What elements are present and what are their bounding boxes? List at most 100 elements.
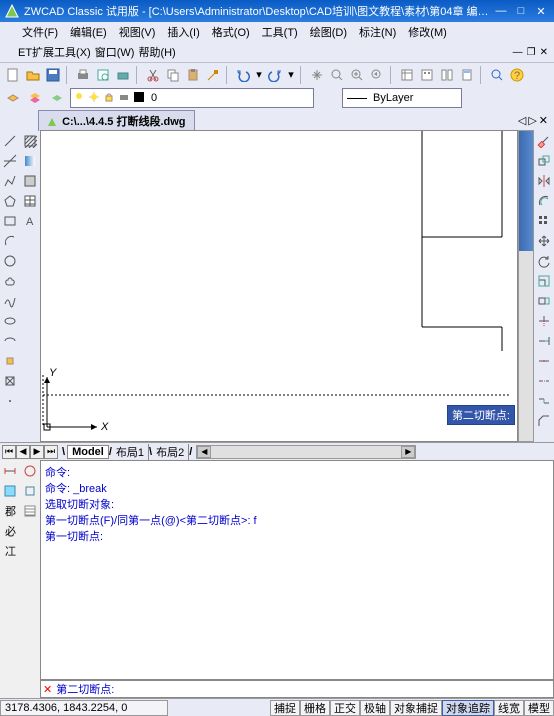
- arc-icon[interactable]: [1, 232, 19, 250]
- scale-icon[interactable]: [535, 272, 553, 290]
- redo-dropdown-icon[interactable]: ▾: [286, 66, 296, 84]
- insert-block-icon[interactable]: [1, 352, 19, 370]
- polyline-icon[interactable]: [1, 172, 19, 190]
- area-icon[interactable]: [1, 482, 19, 500]
- menu-label[interactable]: 标注(N): [355, 22, 400, 42]
- point-icon[interactable]: [1, 392, 19, 410]
- horizontal-scrollbar[interactable]: ◀ ▶: [196, 445, 416, 459]
- child-close-button[interactable]: ✕: [540, 47, 548, 58]
- child-restore-button[interactable]: ❐: [527, 47, 536, 58]
- vertical-scrollbar[interactable]: [518, 130, 534, 442]
- trim-icon[interactable]: [535, 312, 553, 330]
- tab-close-icon[interactable]: ✕: [539, 114, 548, 127]
- paste-icon[interactable]: [184, 66, 202, 84]
- menu-format[interactable]: 格式(O): [208, 22, 254, 42]
- minimize-button[interactable]: —: [492, 3, 510, 19]
- open-icon[interactable]: [24, 66, 42, 84]
- design-center-icon[interactable]: [418, 66, 436, 84]
- print-icon[interactable]: [74, 66, 92, 84]
- rotate-icon[interactable]: [535, 252, 553, 270]
- line-icon[interactable]: [1, 132, 19, 150]
- menu-edit[interactable]: 编辑(E): [66, 22, 111, 42]
- gradient-icon[interactable]: [21, 152, 39, 170]
- tab-layout1[interactable]: 布局1: [112, 444, 149, 460]
- menu-window[interactable]: 窗口(W): [95, 44, 135, 60]
- redo-icon[interactable]: [266, 66, 284, 84]
- other-2-icon[interactable]: [21, 482, 39, 500]
- tab-next-icon[interactable]: ▷: [528, 114, 536, 127]
- erase-icon[interactable]: [535, 132, 553, 150]
- other-1-icon[interactable]: [21, 462, 39, 480]
- tab-model[interactable]: Model: [67, 445, 109, 459]
- linetype-combo[interactable]: ByLayer: [342, 88, 462, 108]
- ellipse-icon[interactable]: [1, 312, 19, 330]
- undo-dropdown-icon[interactable]: ▾: [254, 66, 264, 84]
- menu-view[interactable]: 视图(V): [115, 22, 160, 42]
- help-icon[interactable]: ?: [508, 66, 526, 84]
- properties-icon[interactable]: [398, 66, 416, 84]
- extend-icon[interactable]: [535, 332, 553, 350]
- chamfer-icon[interactable]: [535, 412, 553, 430]
- layer-filter-icon[interactable]: [48, 89, 66, 107]
- dist-icon[interactable]: [1, 462, 19, 480]
- xline-icon[interactable]: [1, 152, 19, 170]
- tab-prev-icon[interactable]: ◁: [518, 114, 526, 127]
- measure-icon[interactable]: 郡: [1, 502, 19, 520]
- cut-icon[interactable]: [144, 66, 162, 84]
- status-grid[interactable]: 栅格: [300, 700, 330, 716]
- status-model[interactable]: 模型: [524, 700, 554, 716]
- menu-insert[interactable]: 插入(I): [163, 22, 203, 42]
- hatch-icon[interactable]: [21, 132, 39, 150]
- close-button[interactable]: ✕: [532, 3, 550, 19]
- child-minimize-button[interactable]: —: [513, 47, 523, 58]
- menu-help[interactable]: 帮助(H): [138, 44, 175, 60]
- status-snap[interactable]: 捕捉: [270, 700, 300, 716]
- status-otrack[interactable]: 对象追踪: [442, 700, 494, 716]
- calc-icon[interactable]: [458, 66, 476, 84]
- status-polar[interactable]: 极轴: [360, 700, 390, 716]
- polygon-icon[interactable]: [1, 192, 19, 210]
- break-icon[interactable]: [535, 372, 553, 390]
- spline-icon[interactable]: [1, 292, 19, 310]
- layer-combo[interactable]: 0: [70, 88, 314, 108]
- list-icon[interactable]: 冮: [1, 542, 19, 560]
- ellipse-arc-icon[interactable]: [1, 332, 19, 350]
- new-icon[interactable]: [4, 66, 22, 84]
- tab-back-icon[interactable]: ◀: [16, 445, 30, 459]
- zoom-realtime-icon[interactable]: [328, 66, 346, 84]
- table-icon[interactable]: [21, 192, 39, 210]
- layer-states-icon[interactable]: [26, 89, 44, 107]
- offset-icon[interactable]: [535, 192, 553, 210]
- menu-et[interactable]: ET扩展工具(X): [18, 44, 91, 60]
- drawing-canvas[interactable]: Y X 第二切断点:: [40, 130, 518, 442]
- copy-obj-icon[interactable]: [535, 152, 553, 170]
- move-icon[interactable]: [535, 232, 553, 250]
- break-point-icon[interactable]: [535, 352, 553, 370]
- command-input[interactable]: ✕ 第二切断点:: [40, 680, 554, 698]
- maximize-button[interactable]: □: [512, 3, 530, 19]
- match-icon[interactable]: [204, 66, 222, 84]
- stretch-icon[interactable]: [535, 292, 553, 310]
- tool-palette-icon[interactable]: [438, 66, 456, 84]
- tab-first-icon[interactable]: ⏮: [2, 445, 16, 459]
- search-icon[interactable]: [488, 66, 506, 84]
- tab-fwd-icon[interactable]: ▶: [30, 445, 44, 459]
- mtext-icon[interactable]: A: [21, 212, 39, 230]
- preview-icon[interactable]: [94, 66, 112, 84]
- zoom-prev-icon[interactable]: [368, 66, 386, 84]
- layer-prop-icon[interactable]: [4, 89, 22, 107]
- file-tab-active[interactable]: C:\...\4.4.5 打断线段.dwg: [38, 110, 195, 131]
- zoom-window-icon[interactable]: [348, 66, 366, 84]
- tab-last-icon[interactable]: ⏭: [44, 445, 58, 459]
- save-icon[interactable]: [44, 66, 62, 84]
- menu-modify[interactable]: 修改(M): [404, 22, 451, 42]
- copy-icon[interactable]: [164, 66, 182, 84]
- rectangle-icon[interactable]: [1, 212, 19, 230]
- circle-icon[interactable]: [1, 252, 19, 270]
- tab-layout2[interactable]: 布局2: [152, 444, 189, 460]
- other-3-icon[interactable]: [21, 502, 39, 520]
- region-icon[interactable]: [21, 172, 39, 190]
- status-osnap[interactable]: 对象捕捉: [390, 700, 442, 716]
- menu-file[interactable]: 文件(F): [18, 22, 62, 42]
- menu-tool[interactable]: 工具(T): [258, 22, 302, 42]
